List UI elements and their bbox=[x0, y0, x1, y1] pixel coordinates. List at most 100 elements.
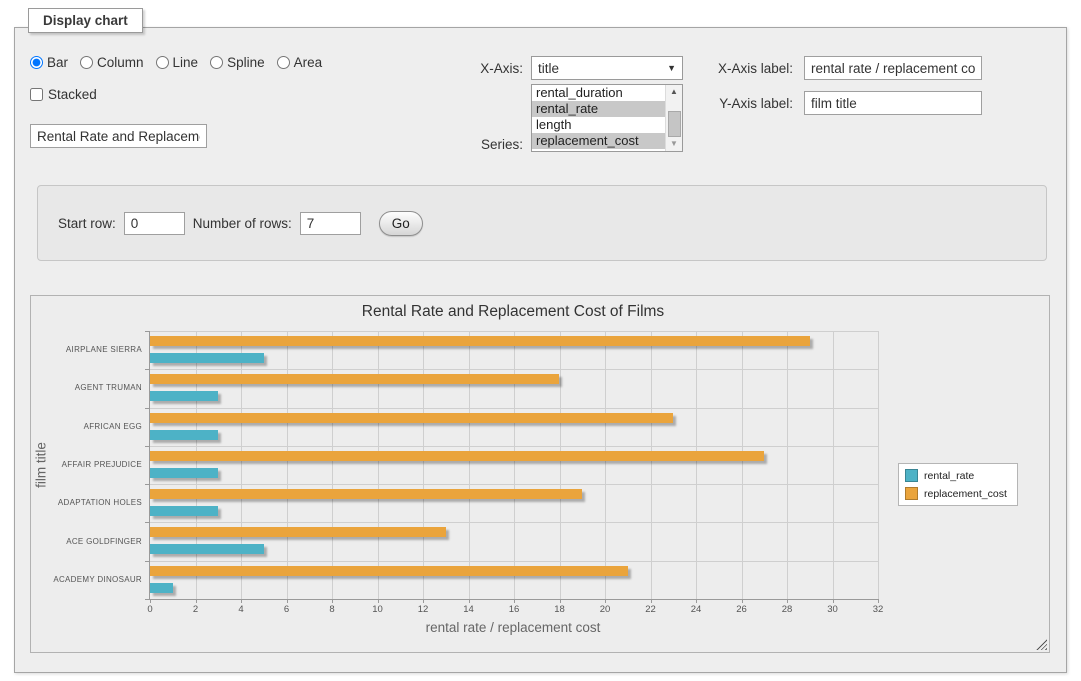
y-tick-mark bbox=[145, 408, 149, 409]
stacked-label: Stacked bbox=[48, 87, 97, 102]
chart-type-radio-spline[interactable] bbox=[210, 56, 223, 69]
bar-replacement_cost bbox=[150, 336, 810, 346]
resize-handle-icon[interactable] bbox=[1036, 639, 1047, 650]
legend-label: rental_rate bbox=[924, 470, 974, 482]
gridline bbox=[150, 331, 878, 332]
x-axis-select[interactable]: title ▼ bbox=[531, 56, 683, 80]
x-tick-mark bbox=[742, 599, 743, 603]
x-tick-mark bbox=[150, 599, 151, 603]
chart-type-radiogroup: Bar Column Line Spline Area bbox=[30, 55, 334, 70]
y-tick-mark bbox=[145, 484, 149, 485]
x-tick-label: 8 bbox=[317, 604, 347, 615]
x-tick-mark bbox=[423, 599, 424, 603]
series-option-rental_duration[interactable]: rental_duration bbox=[532, 85, 665, 101]
x-tick-mark bbox=[605, 599, 606, 603]
x-tick-label: 26 bbox=[727, 604, 757, 615]
legend-item-rental_rate[interactable]: rental_rate bbox=[905, 469, 1007, 482]
x-tick-mark bbox=[332, 599, 333, 603]
series-option-replacement_cost[interactable]: replacement_cost bbox=[532, 133, 665, 149]
chart-type-radio-area[interactable] bbox=[277, 56, 290, 69]
gridline bbox=[833, 331, 834, 599]
chart-type-label: Area bbox=[294, 55, 323, 70]
stacked-option[interactable]: Stacked bbox=[30, 87, 97, 102]
chart-type-option-spline[interactable]: Spline bbox=[210, 55, 265, 70]
chart-container: Rental Rate and Replacement Cost of Film… bbox=[30, 295, 1050, 653]
gridline bbox=[878, 331, 879, 599]
bar-replacement_cost bbox=[150, 374, 559, 384]
x-tick-label: 14 bbox=[454, 604, 484, 615]
x-tick-mark bbox=[469, 599, 470, 603]
num-rows-input[interactable] bbox=[300, 212, 361, 235]
x-tick-label: 30 bbox=[818, 604, 848, 615]
bar-rental_rate bbox=[150, 544, 264, 554]
x-tick-mark bbox=[696, 599, 697, 603]
num-rows-label: Number of rows: bbox=[193, 216, 292, 231]
bar-rental_rate bbox=[150, 506, 218, 516]
scrollbar-thumb[interactable] bbox=[668, 111, 681, 137]
series-option-rental_rate[interactable]: rental_rate bbox=[532, 101, 665, 117]
scroll-down-icon[interactable]: ▼ bbox=[666, 137, 682, 151]
x-tick-mark bbox=[378, 599, 379, 603]
go-button[interactable]: Go bbox=[379, 211, 423, 236]
y-tick-mark bbox=[145, 599, 149, 600]
chart-legend: rental_rate replacement_cost bbox=[898, 463, 1018, 506]
bar-replacement_cost bbox=[150, 527, 446, 537]
gridline bbox=[605, 331, 606, 599]
chart-title: Rental Rate and Replacement Cost of Film… bbox=[149, 303, 877, 321]
chart-title-input[interactable] bbox=[30, 124, 207, 148]
chart-type-option-area[interactable]: Area bbox=[277, 55, 323, 70]
chart-type-label: Column bbox=[97, 55, 144, 70]
legend-item-replacement_cost[interactable]: replacement_cost bbox=[905, 487, 1007, 500]
plot-area: 02468101214161820222426283032AIRPLANE SI… bbox=[149, 331, 878, 600]
chart-type-label: Line bbox=[173, 55, 199, 70]
category-label: ACADEMY DINOSAUR bbox=[35, 575, 142, 584]
series-listbox[interactable]: rental_durationrental_ratelengthreplacem… bbox=[531, 84, 683, 152]
start-row-input[interactable] bbox=[124, 212, 185, 235]
series-listbox-scrollbar[interactable]: ▲ ▼ bbox=[665, 85, 682, 151]
x-tick-label: 0 bbox=[135, 604, 165, 615]
gridline bbox=[196, 331, 197, 599]
category-label: AFFAIR PREJUDICE bbox=[35, 460, 142, 469]
gridline bbox=[150, 369, 878, 370]
chart-type-option-bar[interactable]: Bar bbox=[30, 55, 68, 70]
series-option-length[interactable]: length bbox=[532, 117, 665, 133]
x-tick-label: 32 bbox=[863, 604, 893, 615]
x-tick-mark bbox=[878, 599, 879, 603]
x-tick-mark bbox=[560, 599, 561, 603]
chart-type-radio-line[interactable] bbox=[156, 56, 169, 69]
bar-replacement_cost bbox=[150, 413, 673, 423]
gridline bbox=[560, 331, 561, 599]
bar-replacement_cost bbox=[150, 489, 582, 499]
chart-type-radio-column[interactable] bbox=[80, 56, 93, 69]
bar-replacement_cost bbox=[150, 451, 764, 461]
legend-label: replacement_cost bbox=[924, 488, 1007, 500]
chart-type-radio-bar[interactable] bbox=[30, 56, 43, 69]
gridline bbox=[651, 331, 652, 599]
series-listbox-options: rental_durationrental_ratelengthreplacem… bbox=[532, 85, 665, 151]
x-tick-mark bbox=[241, 599, 242, 603]
x-tick-label: 12 bbox=[408, 604, 438, 615]
panel-legend: Display chart bbox=[28, 8, 143, 33]
x-tick-mark bbox=[651, 599, 652, 603]
y-axis-label-label: Y-Axis label: bbox=[710, 96, 793, 111]
stacked-checkbox[interactable] bbox=[30, 88, 43, 101]
x-axis-label-input[interactable] bbox=[804, 56, 982, 80]
chevron-down-icon: ▼ bbox=[667, 63, 676, 73]
y-tick-mark bbox=[145, 331, 149, 332]
gridline bbox=[287, 331, 288, 599]
y-axis-label-input[interactable] bbox=[804, 91, 982, 115]
chart-type-option-column[interactable]: Column bbox=[80, 55, 144, 70]
y-tick-mark bbox=[145, 369, 149, 370]
category-label: ADAPTATION HOLES bbox=[35, 498, 142, 507]
chart-type-option-line[interactable]: Line bbox=[156, 55, 199, 70]
y-tick-mark bbox=[145, 561, 149, 562]
x-axis-label-label: X-Axis label: bbox=[710, 61, 793, 76]
x-tick-label: 22 bbox=[636, 604, 666, 615]
x-tick-label: 10 bbox=[363, 604, 393, 615]
bar-rental_rate bbox=[150, 353, 264, 363]
scroll-up-icon[interactable]: ▲ bbox=[666, 85, 682, 99]
gridline bbox=[150, 561, 878, 562]
x-tick-label: 24 bbox=[681, 604, 711, 615]
gridline bbox=[332, 331, 333, 599]
category-label: AFRICAN EGG bbox=[35, 422, 142, 431]
